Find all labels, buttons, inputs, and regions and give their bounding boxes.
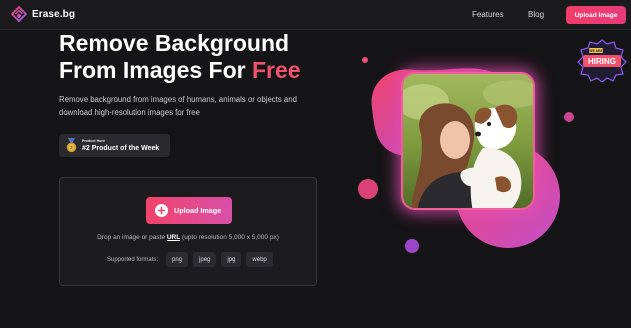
format-chip-jpg: jpg — [221, 252, 242, 267]
formats-label: Supported formats: — [107, 256, 159, 263]
nav-link-blog[interactable]: Blog — [528, 10, 544, 19]
badge-title: #2 Product of the Week — [82, 145, 160, 152]
headline-accent: Free — [251, 57, 301, 83]
svg-text:2: 2 — [70, 145, 73, 151]
paste-url-link[interactable]: URL — [167, 234, 180, 241]
logo-text: Erase.bg — [32, 8, 76, 20]
upload-dropzone[interactable]: Upload Image Drop an image or paste URL … — [59, 177, 317, 286]
headline-line-2-main: From Images For — [59, 57, 252, 83]
dot-top-left — [362, 57, 368, 63]
dot-bottom — [405, 239, 419, 253]
nav-upload-button[interactable]: Upload Image — [566, 6, 626, 24]
drop-prefix: Drop an image or paste — [97, 234, 167, 241]
upload-plus-icon — [155, 204, 168, 217]
format-chip-webp: webp — [246, 252, 273, 267]
format-chip-jpeg: jpeg — [193, 252, 217, 267]
logo[interactable]: Erase.bg — [11, 6, 75, 22]
dot-left — [358, 179, 378, 199]
supported-formats: Supported formats: png jpeg jpg webp — [107, 252, 278, 267]
headline-line-1: Remove Background — [59, 30, 290, 56]
drop-suffix: (upto resolution 5,000 x 5,000 px) — [180, 234, 279, 241]
hero-sample-photo — [401, 72, 535, 210]
headline-line-2: From Images For Free — [59, 57, 379, 84]
hiring-main-text: HIRING — [588, 57, 616, 66]
product-hunt-badge[interactable]: 2 Product Hunt #2 Product of the Week — [59, 134, 170, 157]
hero-subtitle: Remove background from images of humans,… — [59, 95, 297, 117]
erase-bg-logo-icon — [11, 6, 27, 22]
upload-image-button[interactable]: Upload Image — [146, 197, 232, 224]
hiring-badge[interactable]: WE ARE HIRING — [576, 38, 628, 82]
drop-instructions: Drop an image or paste URL (upto resolut… — [60, 234, 316, 241]
badge-caption: Product Hunt — [82, 139, 105, 143]
top-nav: Erase.bg Features Blog Upload Image — [0, 0, 631, 30]
upload-button-label: Upload Image — [174, 206, 222, 215]
dot-right — [564, 112, 574, 122]
nav-link-features[interactable]: Features — [472, 10, 504, 19]
format-chip-png: png — [166, 252, 189, 267]
hiring-top-text: WE ARE — [589, 49, 603, 53]
hero-headline: Remove Background From Images For Free — [59, 30, 379, 84]
medal-icon: 2 — [66, 138, 77, 153]
